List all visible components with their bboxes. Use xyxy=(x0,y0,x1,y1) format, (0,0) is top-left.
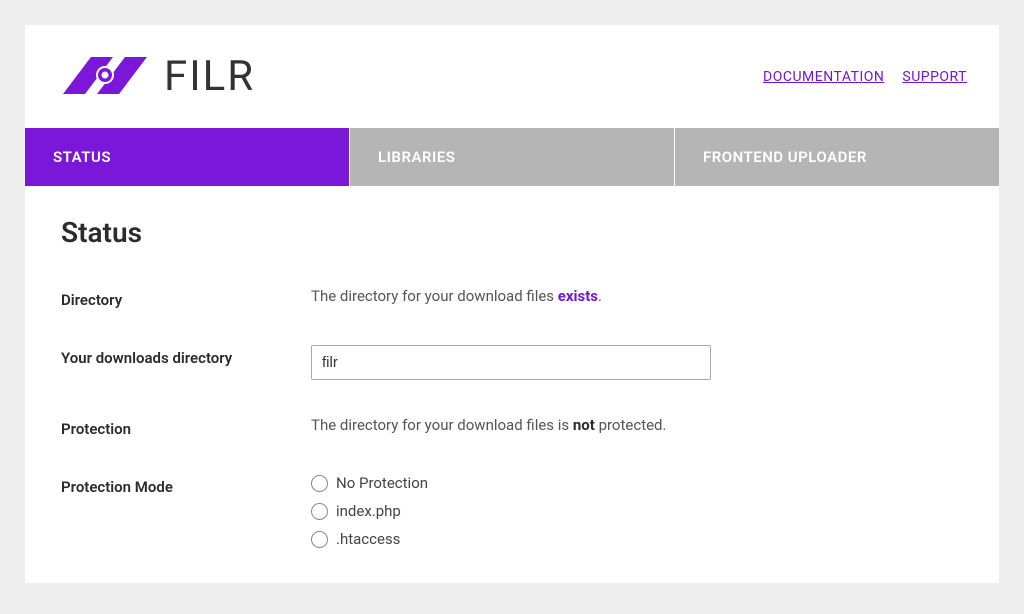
radio-icon xyxy=(311,531,328,548)
directory-value: The directory for your download files ex… xyxy=(311,287,963,305)
protection-highlight: not xyxy=(573,416,595,434)
row-directory: Directory The directory for your downloa… xyxy=(61,287,963,309)
row-protection-mode: Protection Mode No Protection index.php … xyxy=(61,474,963,548)
tabs-nav: STATUS LIBRARIES FRONTEND UPLOADER xyxy=(25,128,999,186)
protection-text-after: protected. xyxy=(595,416,667,434)
page-title: Status xyxy=(61,216,963,249)
downloads-dir-value xyxy=(311,345,963,380)
downloads-dir-input[interactable] xyxy=(311,345,711,380)
directory-text-after: . xyxy=(598,287,602,305)
radio-icon xyxy=(311,475,328,492)
radio-no-protection[interactable]: No Protection xyxy=(311,474,963,492)
tab-frontend-uploader[interactable]: FRONTEND UPLOADER xyxy=(675,128,999,186)
directory-text-before: The directory for your download files xyxy=(311,287,558,305)
brand-name: FILR xyxy=(164,52,255,101)
protection-text-before: The directory for your download files is xyxy=(311,416,573,434)
radio-label: .htaccess xyxy=(336,530,400,548)
row-protection: Protection The directory for your downlo… xyxy=(61,416,963,438)
logo: FILR xyxy=(57,49,255,104)
header-links: DOCUMENTATION SUPPORT xyxy=(763,69,967,85)
content-area: Status Directory The directory for your … xyxy=(25,186,999,614)
directory-label: Directory xyxy=(61,287,311,309)
support-link[interactable]: SUPPORT xyxy=(902,69,967,85)
radio-icon xyxy=(311,503,328,520)
directory-highlight: exists xyxy=(558,287,598,305)
radio-label: index.php xyxy=(336,502,401,520)
radio-index-php[interactable]: index.php xyxy=(311,502,963,520)
app-card: FILR DOCUMENTATION SUPPORT STATUS LIBRAR… xyxy=(25,25,999,583)
protection-mode-radio-group: No Protection index.php .htaccess xyxy=(311,474,963,548)
protection-value: The directory for your download files is… xyxy=(311,416,963,434)
tab-status[interactable]: STATUS xyxy=(25,128,350,186)
tab-libraries[interactable]: LIBRARIES xyxy=(350,128,675,186)
row-downloads-directory: Your downloads directory xyxy=(61,345,963,380)
protection-mode-label: Protection Mode xyxy=(61,474,311,496)
protection-mode-value: No Protection index.php .htaccess xyxy=(311,474,963,548)
documentation-link[interactable]: DOCUMENTATION xyxy=(763,69,884,85)
radio-htaccess[interactable]: .htaccess xyxy=(311,530,963,548)
radio-label: No Protection xyxy=(336,474,428,492)
protection-label: Protection xyxy=(61,416,311,438)
filr-logo-icon xyxy=(57,49,152,104)
downloads-dir-label: Your downloads directory xyxy=(61,345,311,367)
header-bar: FILR DOCUMENTATION SUPPORT xyxy=(25,25,999,128)
